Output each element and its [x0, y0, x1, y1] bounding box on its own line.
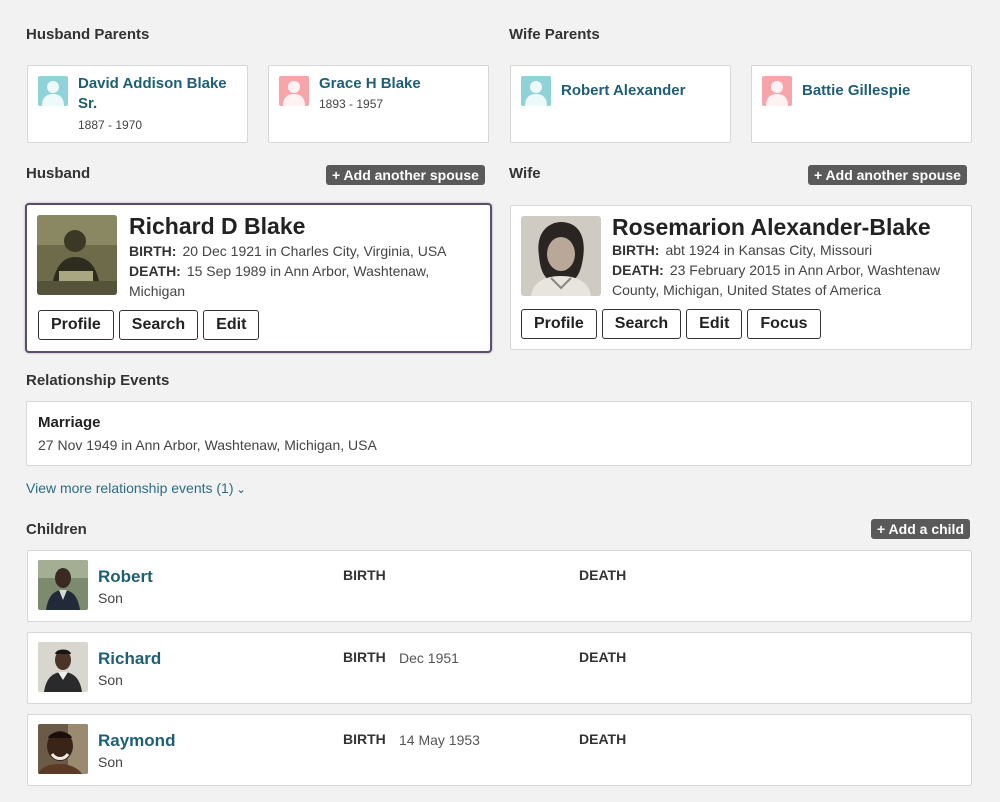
husband-mother-dates: 1893 - 1957 [319, 97, 384, 111]
view-more-label: View more relationship events (1) [26, 480, 234, 496]
husband-card[interactable]: Richard D Blake BIRTH: 20 Dec 1921 in Cha… [25, 203, 492, 353]
birth-value: abt 1924 in Kansas City, Missouri [665, 242, 873, 258]
wife-edit-button[interactable]: Edit [686, 309, 743, 339]
husband-photo [37, 215, 117, 295]
death-value: 15 Sep 1989 in Ann Arbor, Washtenaw, [186, 263, 430, 279]
husband-mother-card[interactable]: Grace H Blake 1893 - 1957 [268, 65, 489, 143]
wife-label: Wife [509, 165, 541, 182]
birth-label: BIRTH: [612, 242, 660, 258]
wife-card[interactable]: Rosemarion Alexander-Blake BIRTH: abt 192… [510, 205, 972, 350]
marriage-title: Marriage [38, 414, 101, 431]
view-more-relationship-events-link[interactable]: View more relationship events (1) ⌄ [26, 480, 246, 496]
child-photo [38, 560, 88, 610]
wife-death-cont: County, Michigan, United States of Ameri… [612, 282, 881, 298]
child-death-label: DEATH [579, 731, 627, 747]
child-photo [38, 642, 88, 692]
husband-birth: BIRTH: 20 Dec 1921 in Charles City, Virgi… [129, 241, 447, 261]
child-relation: Son [98, 590, 123, 606]
child-name[interactable]: Robert [98, 567, 153, 587]
child-card-richard[interactable]: Richard Son BIRTH Dec 1951 DEATH [27, 632, 972, 704]
husband-parents-label: Husband Parents [26, 26, 150, 43]
child-birth-label: BIRTH [343, 567, 386, 583]
husband-search-button[interactable]: Search [118, 310, 199, 340]
wife-father-card[interactable]: Robert Alexander [510, 65, 731, 143]
wife-add-spouse-button[interactable]: + Add another spouse [808, 165, 967, 185]
wife-father-name[interactable]: Robert Alexander [561, 81, 726, 101]
child-name[interactable]: Raymond [98, 731, 175, 751]
add-child-button[interactable]: + Add a child [871, 519, 970, 539]
death-label: DEATH: [129, 263, 181, 279]
chevron-down-icon: ⌄ [236, 484, 246, 496]
husband-add-spouse-button[interactable]: + Add another spouse [326, 165, 485, 185]
husband-profile-button[interactable]: Profile [38, 310, 114, 340]
child-death-label: DEATH [579, 567, 627, 583]
wife-birth: BIRTH: abt 1924 in Kansas City, Missouri [612, 240, 872, 260]
wife-name: Rosemarion Alexander-Blake [612, 214, 931, 240]
child-relation: Son [98, 754, 123, 770]
child-relation: Son [98, 672, 123, 688]
child-birth-label: BIRTH [343, 649, 386, 665]
relationship-events-label: Relationship Events [26, 372, 170, 389]
death-label: DEATH: [612, 262, 664, 278]
husband-mother-name[interactable]: Grace H Blake [319, 74, 484, 94]
husband-name: Richard D Blake [129, 213, 306, 239]
female-avatar-icon [762, 76, 792, 106]
wife-photo [521, 216, 601, 296]
male-avatar-icon [38, 76, 68, 106]
child-card-robert[interactable]: Robert Son BIRTH DEATH [27, 550, 972, 622]
husband-label: Husband [26, 165, 91, 182]
marriage-event-card[interactable]: Marriage 27 Nov 1949 in Ann Arbor, Washt… [26, 401, 972, 466]
husband-father-card[interactable]: David Addison Blake Sr. 1887 - 1970 [27, 65, 248, 143]
wife-focus-button[interactable]: Focus [747, 309, 821, 339]
child-photo [38, 724, 88, 774]
husband-edit-button[interactable]: Edit [203, 310, 260, 340]
husband-father-name[interactable]: David Addison Blake Sr. [78, 74, 243, 114]
marriage-detail: 27 Nov 1949 in Ann Arbor, Washtenaw, Mic… [38, 437, 377, 453]
husband-death-cont: Michigan [129, 283, 186, 299]
wife-parents-label: Wife Parents [509, 26, 600, 43]
death-value: 23 February 2015 in Ann Arbor, Washtenaw [669, 262, 941, 278]
child-name[interactable]: Richard [98, 649, 161, 669]
husband-death: DEATH: 15 Sep 1989 in Ann Arbor, Washtena… [129, 261, 429, 281]
husband-father-dates: 1887 - 1970 [78, 118, 143, 132]
wife-mother-name[interactable]: Battie Gillespie [802, 81, 967, 101]
child-birth-label: BIRTH [343, 731, 386, 747]
child-birth-value: Dec 1951 [399, 650, 459, 666]
wife-search-button[interactable]: Search [601, 309, 682, 339]
female-avatar-icon [279, 76, 309, 106]
child-birth-value: 14 May 1953 [399, 732, 480, 748]
wife-profile-button[interactable]: Profile [521, 309, 597, 339]
male-avatar-icon [521, 76, 551, 106]
children-label: Children [26, 521, 87, 538]
birth-value: 20 Dec 1921 in Charles City, Virginia, U… [182, 243, 447, 259]
child-death-label: DEATH [579, 649, 627, 665]
wife-mother-card[interactable]: Battie Gillespie [751, 65, 972, 143]
wife-death: DEATH: 23 February 2015 in Ann Arbor, Was… [612, 260, 940, 280]
child-card-raymond[interactable]: Raymond Son BIRTH 14 May 1953 DEATH [27, 714, 972, 786]
birth-label: BIRTH: [129, 243, 177, 259]
